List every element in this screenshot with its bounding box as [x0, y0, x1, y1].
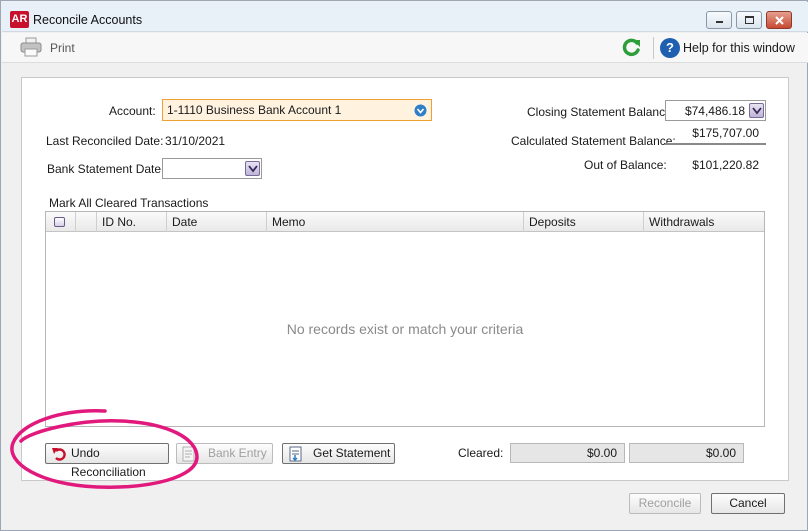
bank-entry-button[interactable]: Bank Entry: [176, 443, 273, 464]
bank-statement-date-field[interactable]: [162, 158, 262, 179]
help-button[interactable]: ? Help for this window: [658, 37, 798, 59]
calculated-balance-label: Calculated Statement Balance:: [511, 134, 676, 148]
reconcile-button[interactable]: Reconcile: [629, 493, 701, 514]
closing-balance-label: Closing Statement Balance:: [527, 105, 676, 119]
get-statement-button[interactable]: Get Statement: [282, 443, 395, 464]
balance-underline: [665, 143, 766, 145]
bank-statement-date-label: Bank Statement Date:: [47, 162, 165, 176]
cleared-withdrawals-field: $0.00: [629, 443, 744, 463]
account-dropdown-icon[interactable]: [414, 104, 427, 117]
bank-entry-label: Bank Entry: [208, 446, 267, 460]
toolbar-divider: [653, 37, 654, 59]
refresh-icon[interactable]: [620, 37, 642, 59]
toolbar: Print ? Help for this window: [2, 33, 808, 63]
empty-message: No records exist or match your criteria: [286, 321, 524, 337]
last-reconciled-value: 31/10/2021: [165, 134, 226, 148]
close-icon: [775, 16, 784, 25]
date-picker-button[interactable]: [245, 161, 260, 176]
column-header-deposits[interactable]: Deposits: [524, 212, 644, 232]
closing-balance-field[interactable]: $74,486.18: [665, 100, 766, 121]
chevron-down-icon: [248, 165, 258, 173]
print-label: Print: [50, 41, 75, 55]
minimize-button[interactable]: [706, 11, 732, 29]
help-icon: ?: [660, 38, 680, 58]
window-title: Reconcile Accounts: [33, 13, 143, 27]
title-bar: AR Reconcile Accounts: [2, 2, 808, 32]
out-of-balance-label: Out of Balance:: [584, 158, 667, 172]
account-label: Account:: [109, 104, 156, 118]
table-header: ID No. Date Memo Deposits Withdrawals: [46, 212, 764, 232]
column-header-memo[interactable]: Memo: [267, 212, 524, 232]
undo-reconciliation-label: Undo Reconciliation: [71, 446, 146, 479]
app-logo-icon: AR: [10, 11, 29, 28]
transactions-table: ID No. Date Memo Deposits Withdrawals No…: [45, 211, 765, 427]
cleared-deposits-field: $0.00: [510, 443, 625, 463]
printer-icon: [20, 37, 42, 57]
calculated-balance-value: $175,707.00: [692, 126, 759, 140]
undo-reconciliation-button[interactable]: Undo Reconciliation: [45, 443, 169, 479]
minimize-icon: [716, 21, 723, 23]
maximize-button[interactable]: [736, 11, 762, 29]
cleared-label: Cleared:: [458, 446, 504, 460]
column-header-date[interactable]: Date: [167, 212, 267, 232]
column-header-select[interactable]: [46, 212, 76, 232]
closing-balance-value: $74,486.18: [684, 104, 745, 118]
column-header-flag[interactable]: [76, 212, 97, 232]
column-header-id[interactable]: ID No.: [97, 212, 167, 232]
out-of-balance-value: $101,220.82: [692, 158, 759, 172]
account-field[interactable]: 1-1110 Business Bank Account 1: [162, 99, 432, 121]
column-header-withdrawals[interactable]: Withdrawals: [644, 212, 764, 232]
maximize-icon: [745, 16, 754, 24]
close-button[interactable]: [766, 11, 792, 29]
statement-icon: [289, 446, 302, 462]
undo-icon: [52, 448, 66, 461]
account-value: 1-1110 Business Bank Account 1: [167, 103, 342, 117]
last-reconciled-label: Last Reconciled Date:: [46, 134, 164, 148]
get-statement-label: Get Statement: [313, 446, 391, 460]
bank-entry-icon: [182, 446, 195, 462]
cancel-button[interactable]: Cancel: [711, 493, 785, 514]
mark-all-cleared-label: Mark All Cleared Transactions: [49, 196, 209, 210]
select-all-checkbox[interactable]: [54, 217, 65, 227]
print-button[interactable]: Print: [20, 36, 88, 58]
chevron-down-icon: [752, 107, 762, 115]
help-label: Help for this window: [683, 41, 795, 55]
reconcile-accounts-window: AR Reconcile Accounts Print ? Help for t…: [0, 0, 808, 531]
closing-balance-dropdown-button[interactable]: [749, 103, 764, 118]
